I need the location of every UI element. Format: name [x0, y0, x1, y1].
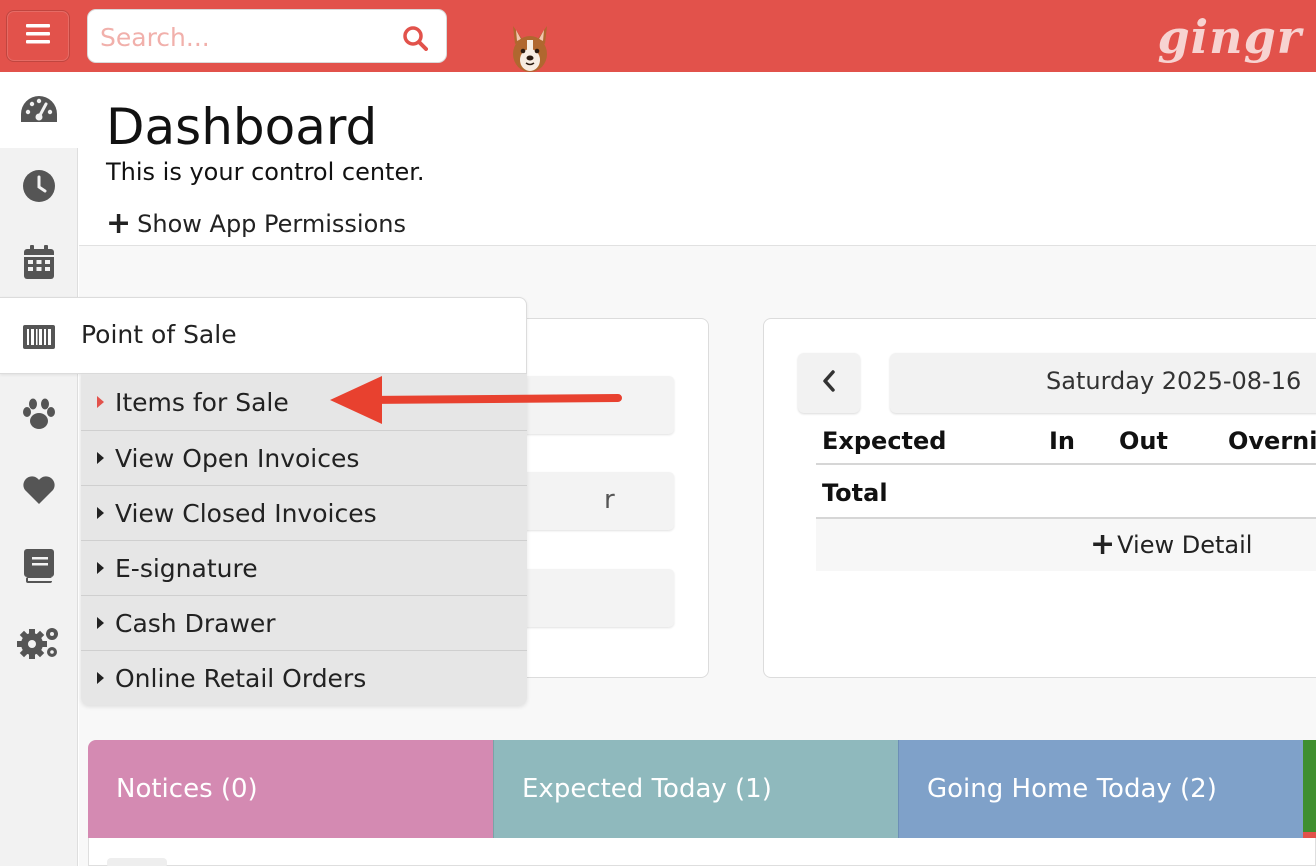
menu-item-label: Items for Sale	[115, 387, 289, 417]
gears-icon	[17, 624, 61, 660]
sidebar-item-favorites[interactable]	[0, 452, 78, 528]
tab-content-panel	[88, 838, 1316, 866]
sidebar-item-calendar[interactable]	[0, 224, 78, 300]
total-label: Total	[822, 479, 888, 507]
column-header: Out	[1119, 427, 1168, 455]
sidebar-item-history[interactable]	[0, 148, 78, 224]
caret-right-icon	[97, 507, 104, 519]
tab-going-home-today[interactable]: Going Home Today (2)	[898, 740, 1303, 838]
caret-right-icon	[97, 396, 104, 408]
point-of-sale-flyout-header[interactable]: Point of Sale	[0, 297, 527, 374]
annotation-arrow-icon	[326, 372, 626, 428]
dog-mascot-icon	[507, 24, 553, 72]
page-header: Dashboard This is your control center. +…	[79, 72, 1316, 246]
page-title: Dashboard	[106, 98, 378, 156]
heart-icon	[22, 475, 56, 505]
show-app-permissions-link[interactable]: + Show App Permissions	[106, 206, 406, 241]
show-app-permissions-label: Show App Permissions	[137, 210, 406, 238]
page-subtitle: This is your control center.	[106, 158, 425, 186]
sidebar	[0, 72, 78, 866]
menu-item-label: E-signature	[115, 553, 258, 583]
previous-day-button[interactable]	[798, 353, 860, 413]
flyout-title: Point of Sale	[81, 320, 237, 349]
panel-control	[107, 858, 167, 866]
plus-icon: +	[1090, 527, 1116, 562]
menu-item-label: Cash Drawer	[115, 608, 276, 638]
sidebar-item-animals[interactable]	[0, 376, 78, 452]
tab-label: Expected Today (1)	[522, 774, 772, 804]
view-detail-label: View Detail	[1117, 531, 1253, 559]
gingr-logo[interactable]: gingr	[1158, 10, 1302, 64]
current-date: Saturday 2025-08-16	[1046, 367, 1302, 395]
caret-right-icon	[97, 617, 104, 629]
menu-item-label: Online Retail Orders	[115, 663, 367, 693]
book-icon	[24, 549, 54, 583]
column-header: In	[1049, 427, 1076, 455]
tab-notices[interactable]: Notices (0)	[88, 740, 493, 838]
caret-right-icon	[97, 562, 104, 574]
schedule-card: Saturday 2025-08-16 Expected In Out Over…	[763, 318, 1316, 678]
hamburger-menu-icon	[26, 23, 50, 49]
paw-icon	[22, 398, 56, 430]
tab-expected-today[interactable]: Expected Today (1)	[493, 740, 898, 838]
calendar-icon	[24, 245, 54, 279]
column-header: Expected	[822, 427, 947, 455]
barcode-icon	[0, 298, 78, 375]
tab-label: Notices (0)	[116, 774, 258, 804]
clock-icon	[22, 169, 56, 203]
menu-item-view-closed-invoices[interactable]: View Closed Invoices	[81, 486, 527, 541]
top-bar: gingr	[0, 0, 1316, 72]
hamburger-menu-button[interactable]	[6, 10, 70, 62]
sidebar-item-settings[interactable]	[0, 604, 78, 680]
view-detail-row: + View Detail	[816, 519, 1316, 571]
sidebar-item-reports[interactable]	[0, 528, 78, 604]
search-icon[interactable]	[402, 25, 428, 51]
menu-item-online-retail-orders[interactable]: Online Retail Orders	[81, 651, 527, 705]
speedometer-icon	[19, 94, 59, 126]
caret-right-icon	[97, 452, 104, 464]
menu-item-e-signature[interactable]: E-signature	[81, 541, 527, 596]
column-header: Overnig	[1228, 427, 1316, 455]
date-selector[interactable]: Saturday 2025-08-16	[890, 353, 1316, 413]
view-detail-link[interactable]: + View Detail	[1090, 527, 1253, 562]
caret-right-icon	[97, 672, 104, 684]
schedule-table: Expected In Out Overnig Total + View Det…	[816, 421, 1316, 571]
table-row: Total	[816, 465, 1316, 519]
menu-item-label: View Closed Invoices	[115, 498, 377, 528]
table-header: Expected In Out Overnig	[816, 421, 1316, 465]
search-input[interactable]	[100, 20, 390, 54]
menu-item-view-open-invoices[interactable]: View Open Invoices	[81, 431, 527, 486]
quick-action-label: r	[604, 485, 615, 515]
tab-partial[interactable]	[1303, 740, 1316, 838]
menu-item-label: View Open Invoices	[115, 443, 360, 473]
tab-label: Going Home Today (2)	[927, 774, 1217, 804]
search-box	[87, 9, 447, 63]
menu-item-cash-drawer[interactable]: Cash Drawer	[81, 596, 527, 651]
sidebar-item-dashboard[interactable]	[0, 72, 78, 148]
plus-icon: +	[106, 206, 132, 241]
chevron-left-icon	[822, 370, 836, 396]
